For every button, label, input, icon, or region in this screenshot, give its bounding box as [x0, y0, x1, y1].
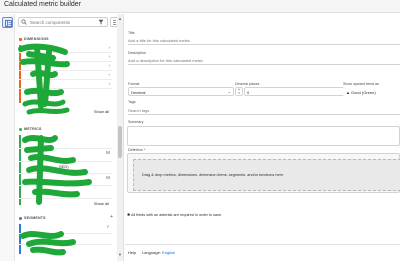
required-note: ✱ All fields with an asterisk are requir… — [127, 213, 223, 217]
title-label: Title — [128, 31, 135, 35]
decrement-icon[interactable]: ▾ — [236, 91, 242, 96]
definition-label: Definition * — [128, 148, 146, 152]
description-label: Description — [128, 51, 146, 55]
chevron-down-icon: ⌄ — [227, 89, 231, 94]
decimal-stepper[interactable]: ▴ ▾ — [235, 87, 243, 96]
tags-label: Tags — [128, 100, 136, 104]
language-value[interactable]: English — [162, 250, 175, 255]
components-icon — [5, 20, 12, 27]
metric-form: Title Description Format Decimal ⌄ Decim… — [125, 14, 400, 261]
drop-zone-text: Drag & drop metrics, dimensions, dimensi… — [142, 173, 285, 177]
footer: Help Language: English — [125, 244, 400, 261]
description-input[interactable] — [128, 56, 400, 64]
panel-scrollbar[interactable]: ▲ ▼ — [117, 14, 123, 261]
components-panel-button[interactable] — [2, 17, 13, 28]
decimal-places-value: 0 — [247, 89, 250, 95]
redaction-scribbles — [18, 43, 92, 256]
help-link[interactable]: Help — [128, 250, 136, 255]
format-select[interactable]: Decimal ⌄ — [128, 87, 234, 96]
upward-trend-label: Show upward trend as — [343, 82, 379, 86]
components-panel: DIMENSIONS › › › › › Show all METRICS M … — [15, 14, 124, 261]
format-label: Format — [128, 82, 140, 86]
title-bar: Calculated metric builder — [0, 0, 400, 13]
tags-input[interactable] — [128, 106, 400, 114]
scroll-thumb[interactable] — [118, 126, 122, 158]
definition-drop-zone[interactable]: Drag & drop metrics, dimensions, dimensi… — [133, 159, 400, 191]
summary-label: Summary — [128, 120, 144, 124]
scroll-up-icon[interactable]: ▲ — [117, 16, 123, 21]
tags-field[interactable] — [128, 106, 400, 115]
language-selector[interactable]: Language: English — [142, 250, 175, 255]
decimal-places-label: Decimal places — [235, 82, 260, 86]
scroll-down-icon[interactable]: ▼ — [117, 252, 123, 257]
title-input[interactable] — [128, 36, 400, 44]
decimal-places-field[interactable]: 0 — [244, 87, 344, 96]
window-title: Calculated metric builder — [4, 1, 82, 8]
left-rail — [0, 14, 15, 261]
upward-trend-value: ▲Good (Green) — [346, 89, 376, 95]
definition-canvas: Drag & drop metrics, dimensions, dimensi… — [127, 153, 400, 193]
title-field[interactable] — [128, 36, 400, 45]
format-value: Decimal — [131, 89, 146, 95]
up-triangle-icon: ▲ — [346, 89, 350, 95]
summary-area — [127, 126, 400, 146]
description-field[interactable] — [128, 56, 400, 65]
upward-trend-select[interactable]: ▲Good (Green) — [343, 87, 400, 96]
